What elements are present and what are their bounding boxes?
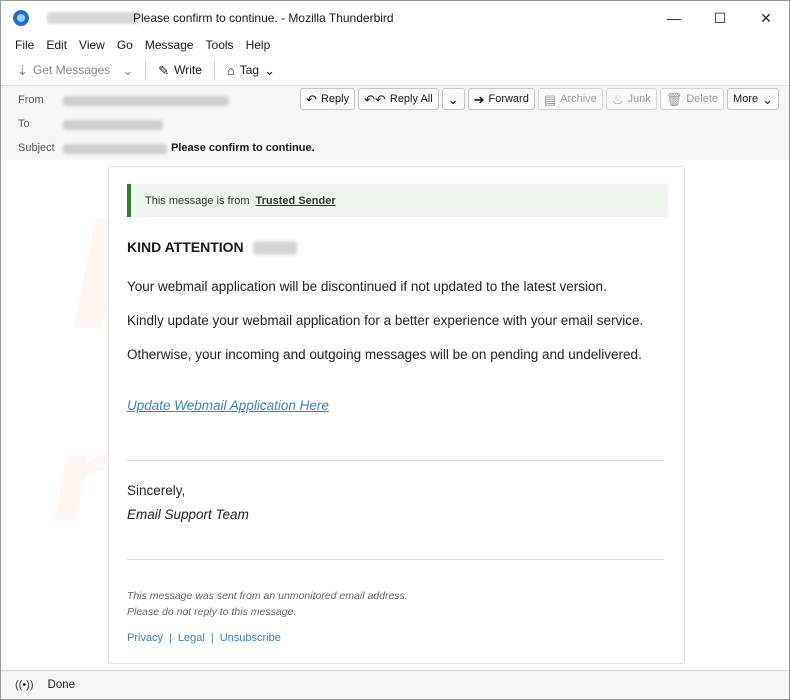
unsubscribe-link[interactable]: Unsubscribe	[220, 632, 281, 644]
junk-label: Junk	[627, 93, 651, 105]
divider	[127, 460, 664, 461]
footer-separator: |	[210, 632, 214, 644]
message-header: From To Subject Please confirm to contin…	[1, 86, 789, 161]
junk-button[interactable]: ♨ Junk	[605, 88, 657, 110]
legal-link[interactable]: Legal	[178, 632, 205, 644]
privacy-link[interactable]: Privacy	[127, 632, 163, 644]
minimize-button[interactable]: —	[651, 1, 697, 35]
body-paragraph: Your webmail application will be discont…	[127, 279, 607, 294]
menu-view[interactable]: View	[73, 38, 111, 52]
divider	[127, 559, 664, 560]
chevron-down-icon: ⌄	[122, 62, 134, 78]
trusted-sender-notice: This message is from Trusted Sender	[127, 184, 668, 217]
subject-label: Subject	[18, 142, 55, 154]
chevron-down-icon: ⌄	[447, 91, 459, 107]
delete-label: Delete	[686, 93, 719, 105]
online-status-icon[interactable]: ((•))	[15, 679, 34, 691]
archive-button[interactable]: ▤ Archive	[537, 88, 603, 110]
menu-message[interactable]: Message	[139, 38, 200, 52]
notice-text: This message is from	[145, 194, 250, 207]
menu-file[interactable]: File	[9, 38, 40, 52]
junk-icon: ♨	[611, 91, 624, 107]
reply-button[interactable]: ↶ Reply	[300, 88, 356, 110]
trash-icon: 🗑	[665, 91, 683, 107]
menu-help[interactable]: Help	[240, 38, 277, 52]
email-card: This message is from Trusted Sender KIND…	[108, 166, 685, 664]
delete-button[interactable]: 🗑 Delete	[659, 88, 725, 110]
email-heading: KIND ATTENTION	[127, 239, 244, 255]
forward-button[interactable]: ➜ Forward	[467, 88, 535, 110]
footer-separator: |	[169, 632, 172, 644]
pencil-icon: ✎	[158, 62, 170, 78]
recipient-name-redacted	[253, 241, 297, 255]
menu-bar: File Edit View Go Message Tools Help	[1, 35, 789, 55]
write-label: Write	[174, 63, 202, 77]
status-text: Done	[47, 679, 76, 691]
chevron-down-icon: ⌄	[762, 91, 773, 107]
menu-go[interactable]: Go	[111, 38, 139, 52]
reply-icon: ↶	[306, 91, 317, 107]
toolbar-divider	[145, 61, 147, 79]
more-button[interactable]: More ⌄	[727, 88, 779, 110]
subject-value: Please confirm to continue.	[171, 142, 315, 154]
status-bar: ((•)) Done	[1, 670, 789, 699]
window-title: Please confirm to continue. - Mozilla Th…	[133, 11, 394, 25]
message-actions: ↶ Reply ↶↶ Reply All ⌄ ➜ Forward ▤ Archi…	[300, 88, 779, 110]
message-body-pane[interactable]: risk.com PC This message is from Trusted…	[1, 160, 789, 670]
chevron-down-icon: ⌄	[264, 62, 275, 78]
archive-icon: ▤	[543, 91, 557, 107]
reply-all-icon: ↶↶	[364, 91, 386, 107]
footer-note: This message was sent from an unmonitore…	[127, 590, 408, 602]
close-button[interactable]: ✕	[743, 1, 789, 35]
get-messages-icon: ⇣	[17, 62, 28, 78]
forward-icon: ➜	[473, 91, 485, 107]
sign-off: Sincerely,	[127, 483, 186, 498]
more-label: More	[733, 93, 759, 105]
footer-links: Privacy | Legal | Unsubscribe	[127, 632, 281, 644]
blurred-title-prefix	[47, 12, 139, 24]
from-label: From	[18, 94, 44, 106]
reply-all-label: Reply All	[389, 93, 433, 105]
footer-note: Please do not reply to this message.	[127, 606, 297, 618]
from-value-redacted	[63, 96, 229, 106]
subject-prefix-redacted	[63, 144, 167, 154]
thunderbird-window: Please confirm to continue. - Mozilla Th…	[0, 0, 790, 700]
to-label: To	[18, 118, 30, 130]
reply-all-button[interactable]: ↶↶ Reply All	[358, 88, 439, 110]
tag-icon: ⌂	[226, 62, 235, 78]
get-messages-label: Get Messages	[32, 63, 111, 77]
menu-edit[interactable]: Edit	[40, 38, 73, 52]
reply-label: Reply	[320, 93, 350, 105]
thunderbird-logo-icon	[13, 10, 29, 26]
update-webmail-link[interactable]: Update Webmail Application Here	[127, 398, 329, 413]
notice-sender: Trusted Sender	[255, 194, 336, 207]
reply-all-dropdown[interactable]: ⌄	[441, 88, 465, 110]
forward-label: Forward	[488, 93, 529, 105]
tag-button[interactable]: ⌂ Tag ⌄	[221, 60, 281, 80]
main-toolbar: ⇣ Get Messages ⌄ ✎ Write ⌂ Tag ⌄	[1, 55, 789, 86]
toolbar-divider	[213, 61, 215, 79]
body-paragraph: Otherwise, your incoming and outgoing me…	[127, 347, 642, 362]
archive-label: Archive	[560, 93, 597, 105]
title-bar: Please confirm to continue. - Mozilla Th…	[1, 1, 789, 35]
body-paragraph: Kindly update your webmail application f…	[127, 313, 644, 328]
tag-label: Tag	[239, 63, 260, 77]
menu-tools[interactable]: Tools	[200, 38, 240, 52]
signature: Email Support Team	[127, 507, 249, 522]
get-messages-dropdown[interactable]: ⌄	[116, 61, 139, 80]
to-value-redacted	[63, 120, 163, 130]
write-button[interactable]: ✎ Write	[152, 60, 208, 80]
get-messages-button[interactable]: ⇣ Get Messages	[11, 60, 116, 80]
maximize-button[interactable]: ☐	[697, 1, 743, 35]
